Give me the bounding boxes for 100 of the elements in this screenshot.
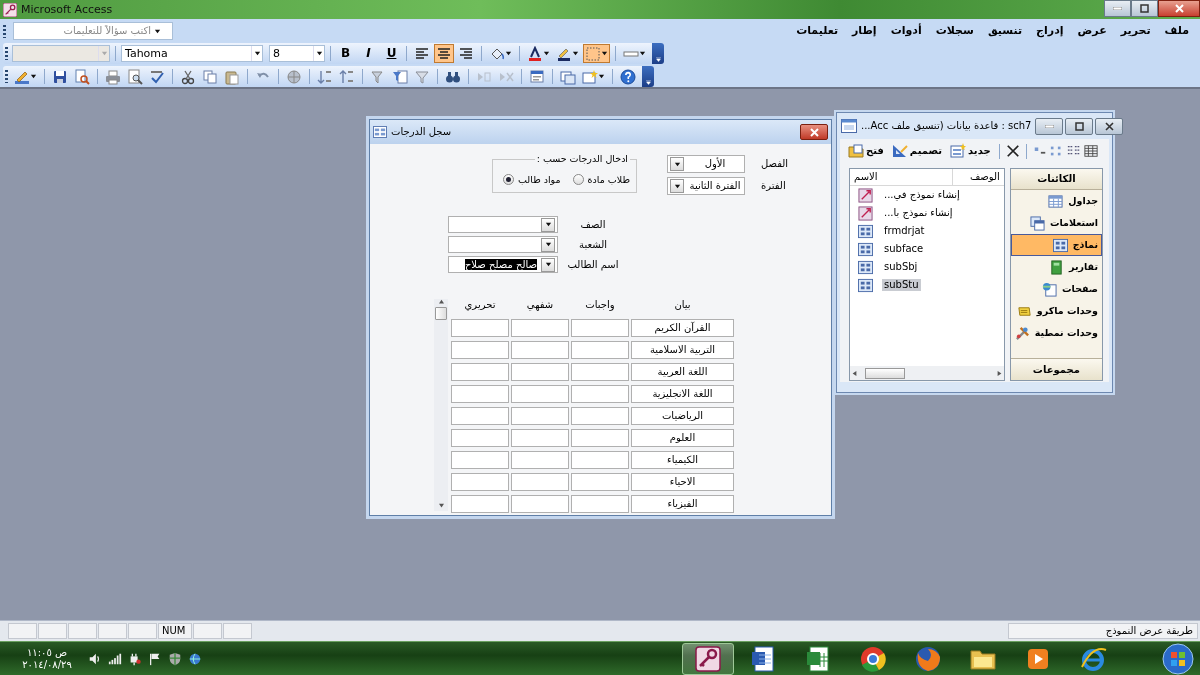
grade-field[interactable] bbox=[571, 407, 629, 425]
signal-bars-icon[interactable] bbox=[108, 651, 122, 666]
globe-icon[interactable] bbox=[286, 68, 302, 85]
maximize-button[interactable] bbox=[1065, 117, 1094, 135]
subject-field[interactable]: الفيزياء bbox=[631, 495, 734, 513]
toolbar-options-button[interactable] bbox=[652, 43, 664, 64]
align-center-button[interactable] bbox=[434, 44, 454, 63]
dropdown-button[interactable] bbox=[541, 217, 555, 232]
flag-icon[interactable] bbox=[148, 651, 162, 666]
grade-field[interactable] bbox=[511, 319, 569, 337]
radio-button[interactable] bbox=[572, 174, 584, 186]
grade-field[interactable] bbox=[451, 429, 509, 447]
menu-item[interactable]: تنسيق bbox=[987, 24, 1023, 38]
network-icon[interactable] bbox=[188, 651, 202, 666]
scrollbar-thumb[interactable] bbox=[435, 307, 447, 320]
horizontal-scrollbar[interactable] bbox=[850, 366, 1004, 380]
scrollbar-thumb[interactable] bbox=[865, 367, 905, 379]
object-type-item[interactable]: صفحات bbox=[1010, 278, 1102, 300]
scissors-icon[interactable] bbox=[180, 68, 196, 85]
italic-button[interactable]: I bbox=[359, 44, 378, 63]
grade-field[interactable] bbox=[451, 451, 509, 469]
dropdown-button[interactable] bbox=[541, 257, 555, 272]
dropdown-button[interactable] bbox=[541, 237, 555, 252]
grade-field[interactable] bbox=[571, 429, 629, 447]
scroll-down-icon[interactable] bbox=[437, 503, 445, 508]
taskbar-app-button[interactable] bbox=[682, 642, 734, 675]
grade-field[interactable] bbox=[571, 495, 629, 513]
object-type-item[interactable]: جداول bbox=[1010, 190, 1102, 212]
scroll-left-icon[interactable] bbox=[852, 369, 857, 377]
minimize-button[interactable] bbox=[1035, 117, 1064, 135]
windows-icon[interactable] bbox=[560, 68, 576, 85]
object-list-item[interactable]: frmdrjat bbox=[882, 225, 927, 237]
menu-item[interactable]: إطار bbox=[852, 24, 877, 38]
grade-field[interactable] bbox=[571, 451, 629, 469]
dropdown-button[interactable] bbox=[670, 157, 684, 171]
filter-selection-icon[interactable] bbox=[370, 68, 386, 85]
menu-item[interactable]: تعليمات bbox=[796, 24, 839, 38]
subject-field[interactable]: العلوم bbox=[631, 429, 734, 447]
shield-icon[interactable] bbox=[168, 651, 182, 666]
file-search-icon[interactable] bbox=[74, 68, 90, 85]
print-preview-icon[interactable] bbox=[127, 68, 143, 85]
grade-field[interactable] bbox=[511, 407, 569, 425]
object-list-item[interactable]: subStu bbox=[882, 279, 921, 291]
grade-field[interactable] bbox=[511, 341, 569, 359]
properties-icon[interactable] bbox=[529, 68, 545, 85]
grade-field[interactable] bbox=[571, 363, 629, 381]
subject-field[interactable]: اللغة العربية bbox=[631, 363, 734, 381]
filter-icon[interactable] bbox=[414, 68, 430, 85]
clock[interactable]: ١١:٠٥ ص ٢٠١٤/٠٨/٢٩ bbox=[18, 646, 76, 671]
details-view-icon[interactable] bbox=[1083, 144, 1098, 158]
design-button[interactable]: تصميم bbox=[889, 141, 945, 161]
dropdown-field[interactable] bbox=[448, 236, 558, 253]
dropdown-button[interactable] bbox=[670, 179, 684, 193]
help-search-field[interactable]: اكتب سؤالاً للتعليمات bbox=[13, 22, 173, 40]
object-type-item[interactable]: استعلامات bbox=[1010, 212, 1102, 234]
minimize-button[interactable] bbox=[1104, 0, 1131, 17]
start-orb-icon[interactable] bbox=[1162, 642, 1194, 675]
grade-field[interactable] bbox=[511, 473, 569, 491]
grade-field[interactable] bbox=[451, 495, 509, 513]
close-button[interactable] bbox=[800, 124, 828, 140]
restore-button[interactable] bbox=[1131, 0, 1158, 17]
object-list-item[interactable]: إنشاء نموذج في... bbox=[882, 189, 962, 201]
close-button[interactable] bbox=[1095, 117, 1124, 135]
groups-button[interactable]: مجموعات bbox=[1010, 358, 1102, 380]
paste-icon[interactable] bbox=[224, 68, 240, 85]
grade-field[interactable] bbox=[451, 341, 509, 359]
subject-field[interactable]: الاحياء bbox=[631, 473, 734, 491]
dropdown-field[interactable]: الأول bbox=[667, 155, 745, 173]
grade-field[interactable] bbox=[511, 363, 569, 381]
close-button[interactable] bbox=[1158, 0, 1200, 17]
object-type-item[interactable]: تقارير bbox=[1010, 256, 1102, 278]
subject-field[interactable]: اللغة الانجليزية bbox=[631, 385, 734, 403]
object-type-item[interactable]: وحدات ماكرو bbox=[1010, 300, 1102, 322]
dropdown-field[interactable] bbox=[448, 216, 558, 233]
grade-field[interactable] bbox=[571, 473, 629, 491]
grade-field[interactable] bbox=[511, 429, 569, 447]
toolbar-gripper[interactable] bbox=[5, 47, 8, 60]
grade-field[interactable] bbox=[511, 385, 569, 403]
toolbar-options-button[interactable] bbox=[642, 66, 654, 87]
filter-form-icon[interactable] bbox=[392, 68, 408, 85]
scroll-up-icon[interactable] bbox=[437, 299, 445, 304]
grade-field[interactable] bbox=[511, 451, 569, 469]
menu-item[interactable]: سجلات bbox=[935, 24, 974, 38]
new-button[interactable]: جديد bbox=[948, 141, 993, 161]
printer-icon[interactable] bbox=[105, 68, 121, 85]
menu-item[interactable]: تحرير bbox=[1120, 24, 1151, 38]
font-field[interactable]: Tahoma bbox=[121, 45, 263, 62]
menu-item[interactable]: عرض bbox=[1077, 24, 1107, 38]
radio-button[interactable] bbox=[503, 174, 515, 186]
grade-field[interactable] bbox=[451, 385, 509, 403]
object-type-item[interactable]: وحدات نمطية bbox=[1010, 322, 1102, 344]
underline-button[interactable]: U bbox=[382, 44, 401, 63]
menu-item[interactable]: ملف bbox=[1164, 24, 1189, 38]
bold-button[interactable]: B bbox=[336, 44, 355, 63]
grade-field[interactable] bbox=[571, 319, 629, 337]
toolbar-gripper[interactable] bbox=[3, 24, 6, 38]
menu-item[interactable]: إدراج bbox=[1036, 24, 1064, 38]
sort-descending-icon[interactable] bbox=[339, 68, 355, 85]
grade-field[interactable] bbox=[571, 341, 629, 359]
sort-ascending-icon[interactable] bbox=[317, 68, 333, 85]
